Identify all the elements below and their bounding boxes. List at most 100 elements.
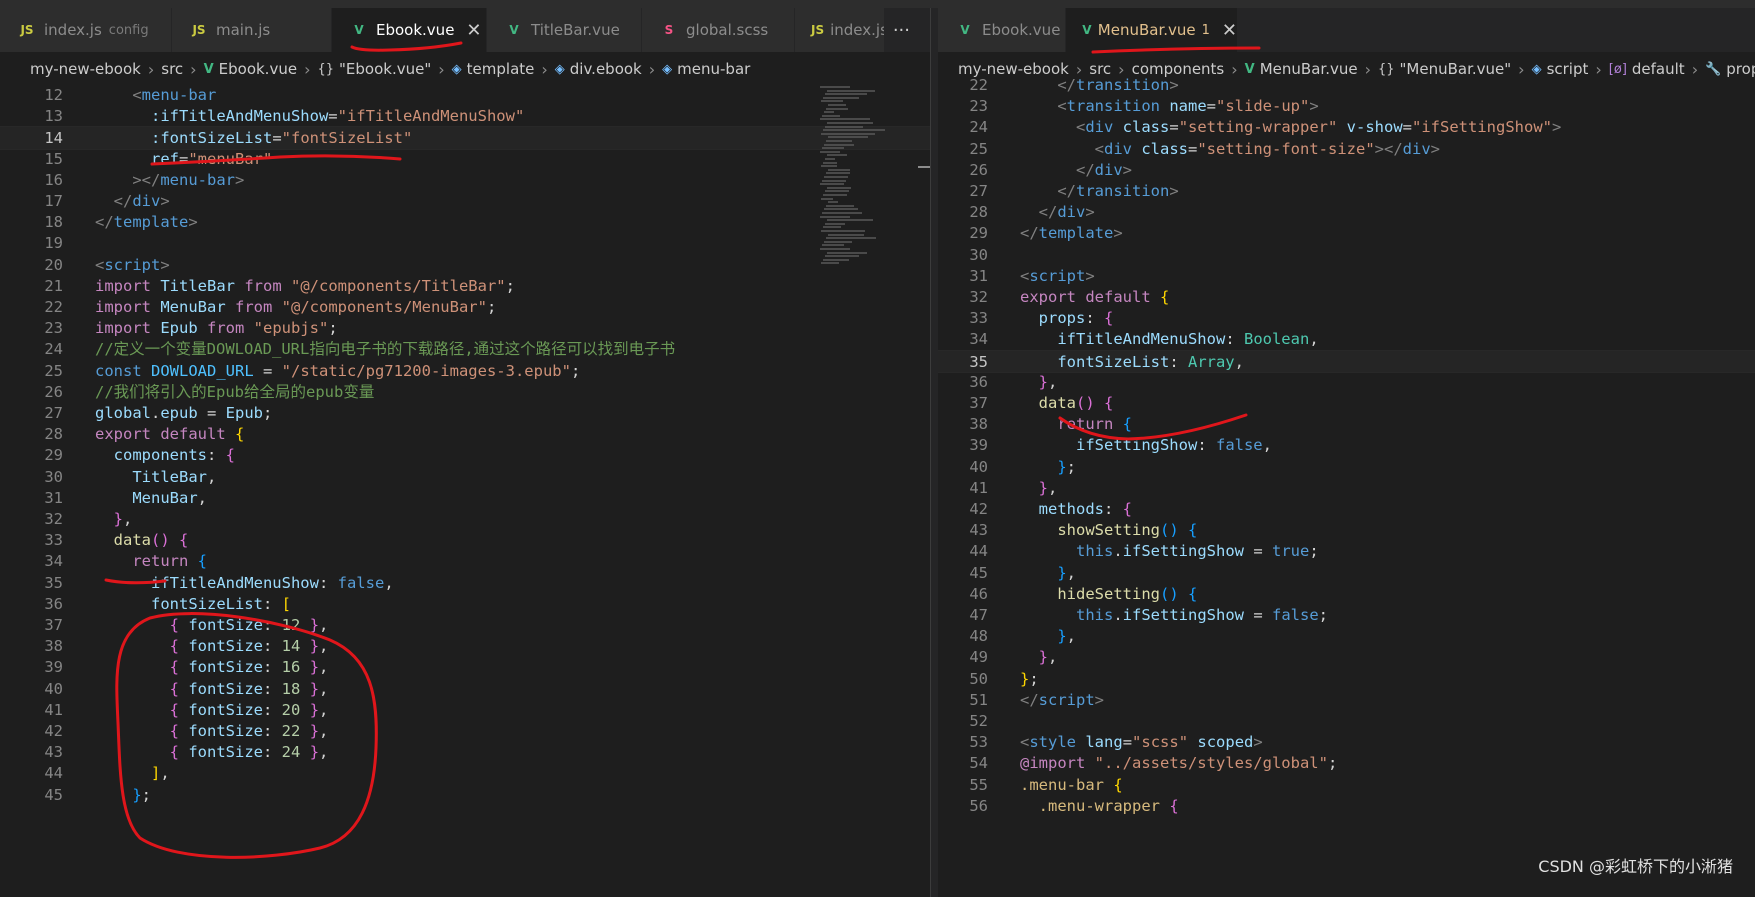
code-token: . <box>151 404 161 422</box>
tab-menubar-vue[interactable]: V MenuBar.vue 1 ✕ <box>1066 8 1238 52</box>
code-line[interactable]: 20 <script> <box>0 254 930 278</box>
code-line[interactable]: 30 TitleBar, <box>0 466 930 490</box>
code-line[interactable]: 39 { fontSize: 16 }, <box>0 656 930 680</box>
editor-group-splitter[interactable] <box>930 8 938 897</box>
tab-titlebar-vue[interactable]: V TitleBar.vue <box>487 8 642 52</box>
code-line[interactable]: 32 }, <box>0 508 930 532</box>
code-line[interactable]: 33 props: { <box>938 307 1755 331</box>
code-line[interactable]: 27 global.epub = Epub; <box>0 402 930 426</box>
close-icon[interactable]: ✕ <box>1222 20 1237 41</box>
code-line[interactable]: 23 <transition name="slide-up"> <box>938 95 1755 119</box>
code-line[interactable]: 22 </transition> <box>938 74 1755 98</box>
code-line[interactable]: 34 ifTitleAndMenuShow: Boolean, <box>938 328 1755 352</box>
breadcrumb-item[interactable]: ◈ menu-bar <box>662 60 750 78</box>
code-line[interactable]: 48 }, <box>938 625 1755 649</box>
code-text: MenuBar, <box>95 487 207 511</box>
code-line[interactable]: 44 this.ifSettingShow = true; <box>938 540 1755 564</box>
code-line[interactable]: 40 }; <box>938 456 1755 480</box>
code-line[interactable]: 18 </template> <box>0 211 930 235</box>
tab-ebook-vue[interactable]: V Ebook.vue <box>938 8 1066 52</box>
code-line[interactable]: 40 { fontSize: 18 }, <box>0 678 930 702</box>
tab-main-js[interactable]: JS main.js <box>172 8 332 52</box>
code-line[interactable]: 31 <script> <box>938 265 1755 289</box>
code-line[interactable]: 45 }, <box>938 562 1755 586</box>
breadcrumb-item[interactable]: ◈ template <box>452 60 535 78</box>
code-line[interactable]: 32 export default { <box>938 286 1755 310</box>
code-line[interactable]: 56 .menu-wrapper { <box>938 795 1755 819</box>
code-line[interactable]: 25 const DOWLOAD_URL = "/static/pg71200-i… <box>0 360 930 384</box>
code-line[interactable]: 38 return { <box>938 413 1755 437</box>
code-line[interactable]: 44 ], <box>0 762 930 786</box>
code-line[interactable]: 35 fontSizeList: Array, <box>938 349 1755 374</box>
code-line[interactable]: 12 <menu-bar <box>0 84 930 108</box>
code-line[interactable]: 51 </script> <box>938 689 1755 713</box>
code-line[interactable]: 47 this.ifSettingShow = false; <box>938 604 1755 628</box>
code-line[interactable]: 43 showSetting() { <box>938 519 1755 543</box>
more-actions-icon[interactable]: ··· <box>893 8 910 52</box>
breadcrumb-item[interactable]: my-new-ebook <box>30 60 141 78</box>
code-line[interactable]: 54 @import "../assets/styles/global"; <box>938 752 1755 776</box>
code-line[interactable]: 14 :fontSizeList="fontSizeList" <box>0 126 930 151</box>
code-line[interactable]: 19 <box>0 232 930 256</box>
code-line[interactable]: 28 </div> <box>938 201 1755 225</box>
code-line[interactable]: 27 </transition> <box>938 180 1755 204</box>
code-editor[interactable]: 12 <menu-bar 13 :ifTitleAndMenuShow="ifTi… <box>0 86 930 897</box>
code-line[interactable]: 49 }, <box>938 646 1755 670</box>
scrollbar-thumb[interactable] <box>918 166 930 168</box>
code-line[interactable]: 42 { fontSize: 22 }, <box>0 720 930 744</box>
code-editor[interactable]: 22 </transition> 23 <transition name="sli… <box>938 76 1755 897</box>
code-line[interactable]: 38 { fontSize: 14 }, <box>0 635 930 659</box>
chevron-right-icon: › <box>648 59 656 79</box>
code-line[interactable]: 37 data() { <box>938 392 1755 416</box>
code-line[interactable]: 24 //定义一个变量DOWLOAD_URL指向电子书的下载路径,通过这个路径可以… <box>0 338 930 362</box>
code-line[interactable]: 41 { fontSize: 20 }, <box>0 699 930 723</box>
code-line[interactable]: 28 export default { <box>0 423 930 447</box>
code-token: , <box>1234 352 1244 371</box>
code-line[interactable]: 31 MenuBar, <box>0 487 930 511</box>
code-line[interactable]: 43 { fontSize: 24 }, <box>0 741 930 765</box>
code-line[interactable]: 22 import MenuBar from "@/components/Menu… <box>0 296 930 320</box>
code-line[interactable]: 24 <div class="setting-wrapper" v-show="… <box>938 116 1755 140</box>
code-line[interactable]: 15 ref="menuBar" <box>0 148 930 172</box>
code-line[interactable]: 25 <div class="setting-font-size"></div> <box>938 138 1755 162</box>
code-line[interactable]: 50}; <box>938 668 1755 692</box>
code-token: :ifTitleAndMenuShow <box>95 107 329 126</box>
close-icon[interactable]: ✕ <box>466 20 481 41</box>
code-line[interactable]: 29 components: { <box>0 444 930 468</box>
code-line[interactable]: 26 </div> <box>938 159 1755 183</box>
code-line[interactable]: 21 import TitleBar from "@/components/Tit… <box>0 275 930 299</box>
tab-ebook-vue[interactable]: V Ebook.vue ✕ <box>332 8 487 52</box>
code-line[interactable]: 35 ifTitleAndMenuShow: false, <box>0 572 930 596</box>
code-line[interactable]: 17 </div> <box>0 190 930 214</box>
code-line[interactable]: 16 ></menu-bar> <box>0 169 930 193</box>
breadcrumb-item[interactable]: V Ebook.vue <box>204 60 297 78</box>
code-line[interactable]: 36 }, <box>938 371 1755 395</box>
code-line[interactable]: 36 fontSizeList: [ <box>0 593 930 617</box>
code-line[interactable]: 41 }, <box>938 477 1755 501</box>
code-line[interactable]: 52 <box>938 710 1755 734</box>
code-line[interactable]: 30 <box>938 244 1755 268</box>
code-line[interactable]: 55 .menu-bar { <box>938 774 1755 798</box>
code-line[interactable]: 13 :ifTitleAndMenuShow="ifTitleAndMenuSh… <box>0 105 930 129</box>
code-line[interactable]: 26 //我们将引入的Epub给全局的epub变量 <box>0 381 930 405</box>
minimap[interactable] <box>820 86 900 276</box>
code-line[interactable]: 37 { fontSize: 12 }, <box>0 614 930 638</box>
code-line[interactable]: 46 hideSetting() { <box>938 583 1755 607</box>
code-line[interactable]: 29 </template> <box>938 222 1755 246</box>
tab-index-js[interactable]: JS index.js <box>795 8 885 52</box>
code-line[interactable]: 23 import Epub from "epubjs"; <box>0 317 930 341</box>
code-line[interactable]: 42 methods: { <box>938 498 1755 522</box>
breadcrumb-item[interactable]: src <box>161 60 183 78</box>
code-line[interactable]: 34 return { <box>0 550 930 574</box>
tab-global-scss[interactable]: S global.scss <box>642 8 795 52</box>
minimap-line <box>822 147 844 150</box>
breadcrumb-item[interactable]: {} "Ebook.vue" <box>317 60 431 78</box>
code-line[interactable]: 39 ifSettingShow: false, <box>938 434 1755 458</box>
tab-index-js-config[interactable]: JS index.js config <box>0 8 172 52</box>
code-line[interactable]: 53 <style lang="scss" scoped> <box>938 731 1755 755</box>
code-line[interactable]: 33 data() { <box>0 529 930 553</box>
code-line[interactable]: 45 }; <box>0 784 930 808</box>
breadcrumb-item[interactable]: ◈ div.ebook <box>555 60 642 78</box>
